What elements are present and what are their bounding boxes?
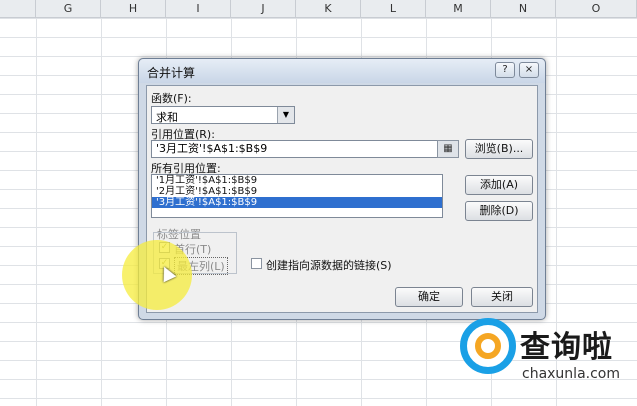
function-select[interactable]: 求和 ▼ — [151, 106, 295, 124]
function-label: 函数(F): — [151, 92, 192, 105]
watermark-text: 查询啦 — [520, 330, 613, 365]
ok-button[interactable]: 确定 — [395, 287, 463, 307]
dialog-body: 函数(F): 求和 ▼ 引用位置(R): '3月工资'!$A$1:$B$9 ▦ … — [146, 85, 538, 313]
grid-row-line — [0, 56, 637, 57]
grid-row-line — [0, 37, 637, 38]
watermark-logo-icon — [460, 318, 516, 374]
reference-input[interactable]: '3月工资'!$A$1:$B$9 — [151, 140, 443, 158]
range-picker-icon[interactable]: ▦ — [437, 140, 459, 158]
dialog-titlebar[interactable]: 合并计算 ? × — [139, 59, 545, 83]
column-header-m[interactable]: M — [426, 0, 491, 17]
watermark-url: chaxunla.com — [522, 366, 620, 382]
click-highlight — [122, 240, 192, 310]
consolidate-dialog: 合并计算 ? × 函数(F): 求和 ▼ 引用位置(R): '3月工资'!$A$… — [138, 58, 546, 320]
create-links-checkbox[interactable] — [251, 258, 262, 269]
list-item[interactable]: '1月工资'!$A$1:$B$9 — [152, 175, 442, 186]
create-links-label: 创建指向源数据的链接(S) — [266, 259, 392, 272]
column-header-n[interactable]: N — [491, 0, 556, 17]
column-header-o[interactable]: O — [556, 0, 637, 17]
all-references-list[interactable]: '1月工资'!$A$1:$B$9 '2月工资'!$A$1:$B$9 '3月工资'… — [151, 174, 443, 218]
add-button[interactable]: 添加(A) — [465, 175, 533, 195]
dialog-title: 合并计算 — [147, 66, 196, 80]
grid-column-line — [101, 18, 102, 406]
column-header-h[interactable]: H — [101, 0, 166, 17]
list-item-selected[interactable]: '3月工资'!$A$1:$B$9 — [152, 197, 442, 208]
chevron-down-icon[interactable]: ▼ — [277, 107, 294, 123]
grid-row-line — [0, 398, 637, 399]
close-button[interactable]: 关闭 — [471, 287, 533, 307]
list-item[interactable]: '2月工资'!$A$1:$B$9 — [152, 186, 442, 197]
browse-button[interactable]: 浏览(B)... — [465, 139, 533, 159]
column-header-f[interactable] — [0, 0, 36, 17]
column-header-l[interactable]: L — [361, 0, 426, 17]
grid-column-line — [36, 18, 37, 406]
column-header-bar: G H I J K L M N O — [0, 0, 637, 18]
column-header-j[interactable]: J — [231, 0, 296, 17]
column-header-g[interactable]: G — [36, 0, 101, 17]
close-icon[interactable]: × — [519, 62, 539, 78]
help-button[interactable]: ? — [495, 62, 515, 78]
grid-row-line — [0, 18, 637, 19]
delete-button[interactable]: 删除(D) — [465, 201, 533, 221]
function-select-value: 求和 — [156, 111, 178, 124]
column-header-i[interactable]: I — [166, 0, 231, 17]
column-header-k[interactable]: K — [296, 0, 361, 17]
